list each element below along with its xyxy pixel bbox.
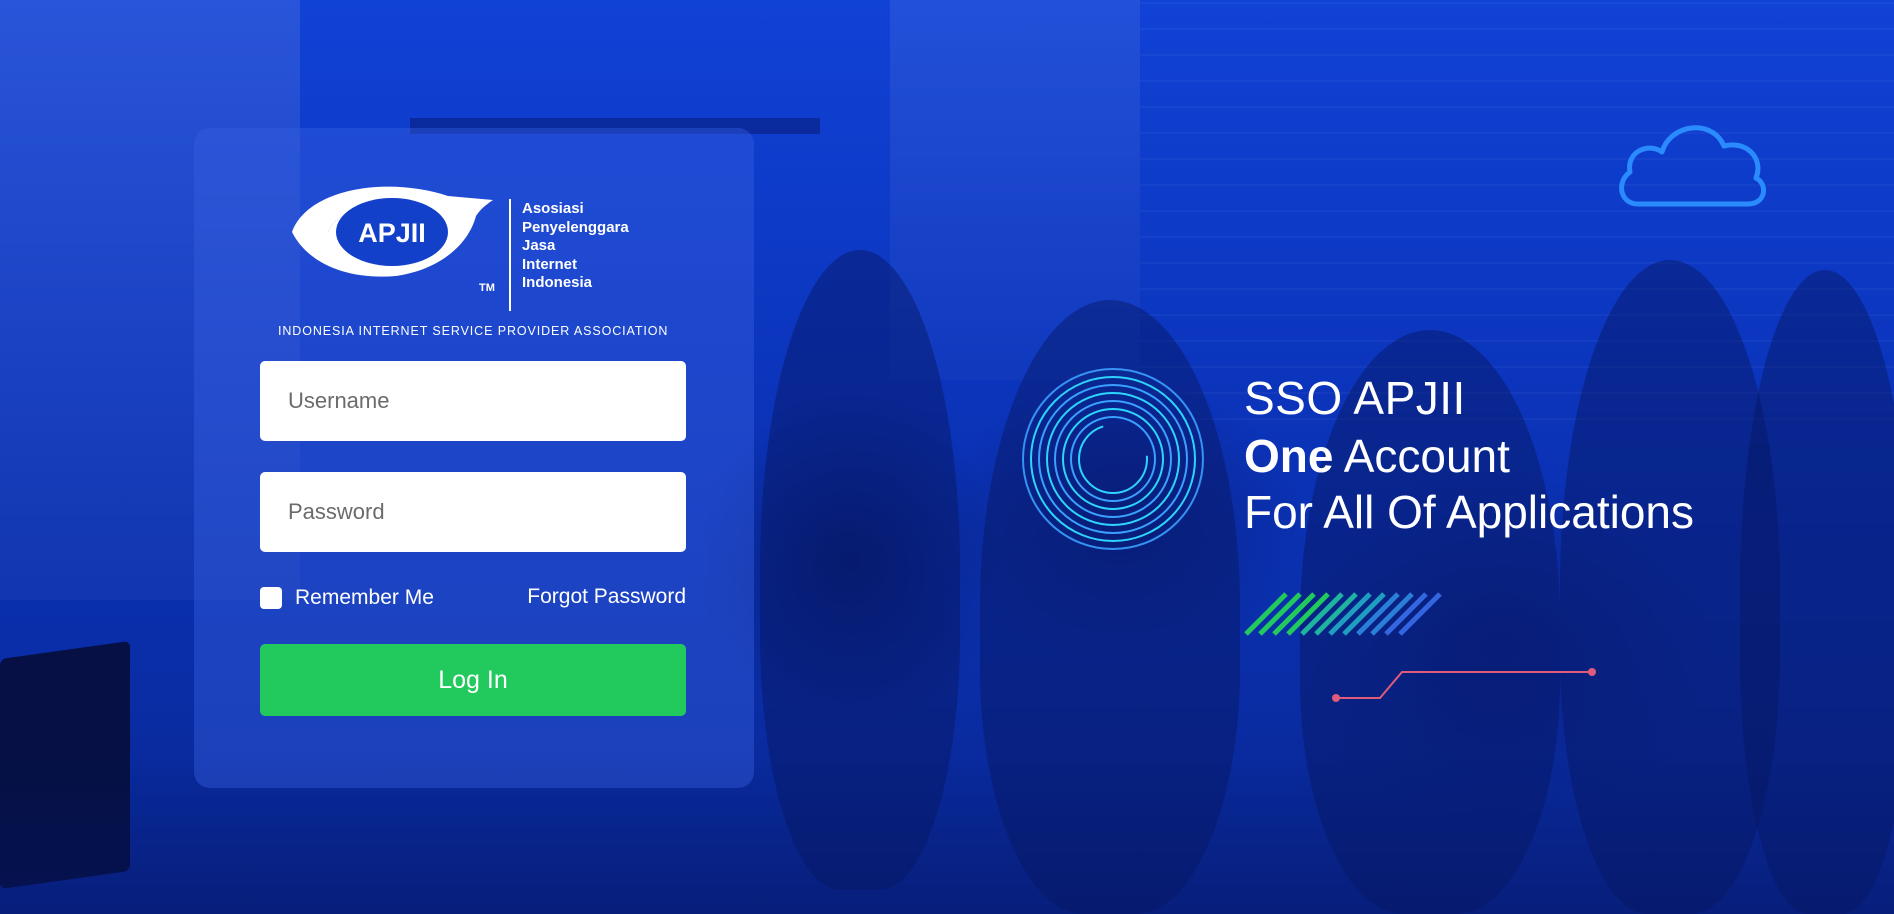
cloud-icon: [1619, 125, 1766, 207]
apjii-logo-mark: APJII: [292, 186, 493, 277]
logo-tagline: INDONESIA INTERNET SERVICE PROVIDER ASSO…: [278, 324, 669, 338]
apjii-logo-text: APJII: [358, 218, 426, 248]
login-card: APJII TM Asosiasi Penyelenggara Jasa Int…: [194, 128, 754, 788]
logo-word: Penyelenggara: [522, 218, 629, 236]
forgot-password-link[interactable]: Forgot Password: [527, 586, 686, 608]
hero-text: SSO APJII One Account For All Of Applica…: [1244, 368, 1694, 540]
logo-word: Indonesia: [522, 274, 593, 291]
hero-line-1: One Account: [1244, 428, 1694, 484]
remember-me-checkbox[interactable]: Remember Me: [260, 586, 434, 610]
username-input[interactable]: [260, 361, 686, 441]
logo-word: Asosiasi: [522, 200, 584, 217]
checkbox-box[interactable]: [260, 587, 282, 609]
hero-line-2: For All Of Applications: [1244, 486, 1694, 538]
remember-me-label: Remember Me: [295, 586, 434, 609]
logo-words: Asosiasi Penyelenggara Jasa Internet Ind…: [522, 200, 629, 293]
stripes-graphic: [1244, 592, 1442, 636]
concentric-rings-graphic: [1022, 368, 1204, 550]
logo-word: Jasa: [522, 237, 556, 254]
logo-trademark: TM: [479, 282, 495, 294]
logo-word: Internet: [522, 255, 578, 273]
logo-divider: [509, 199, 511, 311]
hero-line-1-bold: One: [1244, 430, 1334, 482]
password-input[interactable]: [260, 472, 686, 552]
hero-line-1-rest: Account: [1333, 430, 1510, 482]
apjii-logo: APJII TM Asosiasi Penyelenggara Jasa Int…: [278, 162, 678, 338]
login-button[interactable]: Log In: [260, 644, 686, 716]
hero-title: SSO APJII: [1244, 372, 1466, 424]
circuit-line-graphic: [1332, 668, 1596, 702]
